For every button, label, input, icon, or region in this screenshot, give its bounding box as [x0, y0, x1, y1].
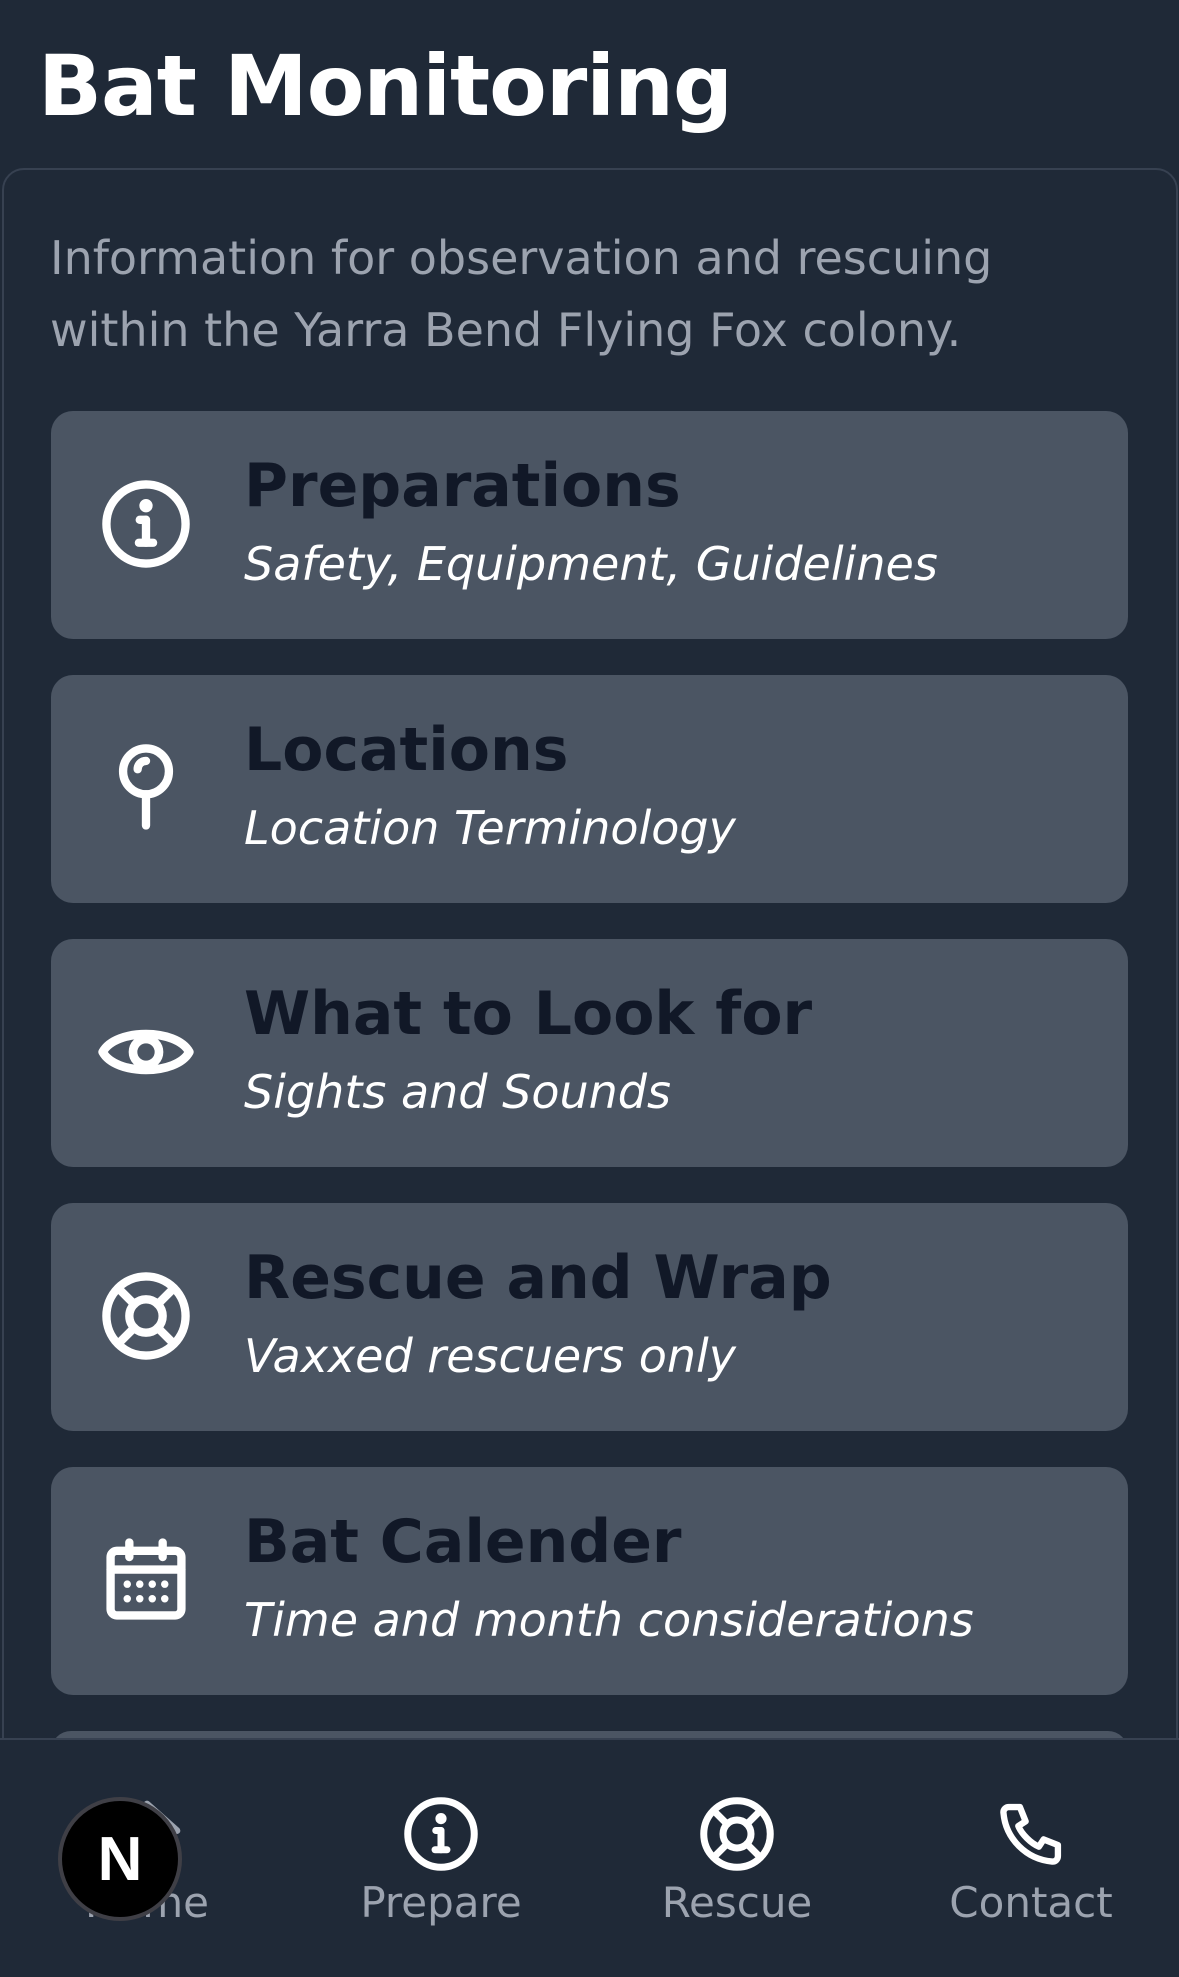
phone-icon — [989, 1792, 1073, 1876]
card-locations[interactable]: Locations Location Terminology — [51, 675, 1128, 903]
lifebuoy-icon — [93, 1263, 199, 1369]
lifebuoy-icon — [695, 1792, 779, 1876]
card-bat-calender[interactable]: Bat Calender Time and month consideratio… — [51, 1467, 1128, 1695]
card-subtitle: Vaxxed rescuers only — [244, 1329, 737, 1383]
calendar-icon — [93, 1527, 199, 1633]
card-title: What to Look for — [244, 979, 813, 1049]
card-rescue-and-wrap[interactable]: Rescue and Wrap Vaxxed rescuers only — [51, 1203, 1128, 1431]
tab-label: Rescue — [661, 1878, 813, 1927]
page-title: Bat Monitoring — [38, 37, 733, 135]
intro-text: Information for observation and rescuing… — [50, 231, 993, 357]
dev-badge-letter: N — [97, 1824, 143, 1894]
card-title: Preparations — [244, 451, 681, 521]
card-subtitle: Safety, Equipment, Guidelines — [244, 537, 938, 591]
tab-contact[interactable]: Contact — [884, 1740, 1178, 1977]
map-pin-icon — [93, 735, 199, 841]
card-subtitle: Time and month considerations — [244, 1593, 974, 1647]
tab-prepare[interactable]: Prepare — [294, 1740, 588, 1977]
tab-label: Contact — [949, 1878, 1113, 1927]
tab-rescue[interactable]: Rescue — [590, 1740, 884, 1977]
dev-tools-badge[interactable]: N — [58, 1797, 182, 1921]
info-icon — [93, 471, 199, 577]
info-icon — [399, 1792, 483, 1876]
card-title: Locations — [244, 715, 569, 785]
card-preparations[interactable]: Preparations Safety, Equipment, Guidelin… — [51, 411, 1128, 639]
card-subtitle: Location Terminology — [244, 801, 736, 855]
card-what-to-look-for[interactable]: What to Look for Sights and Sounds — [51, 939, 1128, 1167]
app-root: Bat Monitoring Information for observati… — [0, 0, 1179, 1977]
card-title: Bat Calender — [244, 1507, 682, 1577]
tab-label: Prepare — [360, 1878, 522, 1927]
card-subtitle: Sights and Sounds — [244, 1065, 671, 1119]
eye-icon — [93, 999, 199, 1105]
card-title: Rescue and Wrap — [244, 1243, 832, 1313]
